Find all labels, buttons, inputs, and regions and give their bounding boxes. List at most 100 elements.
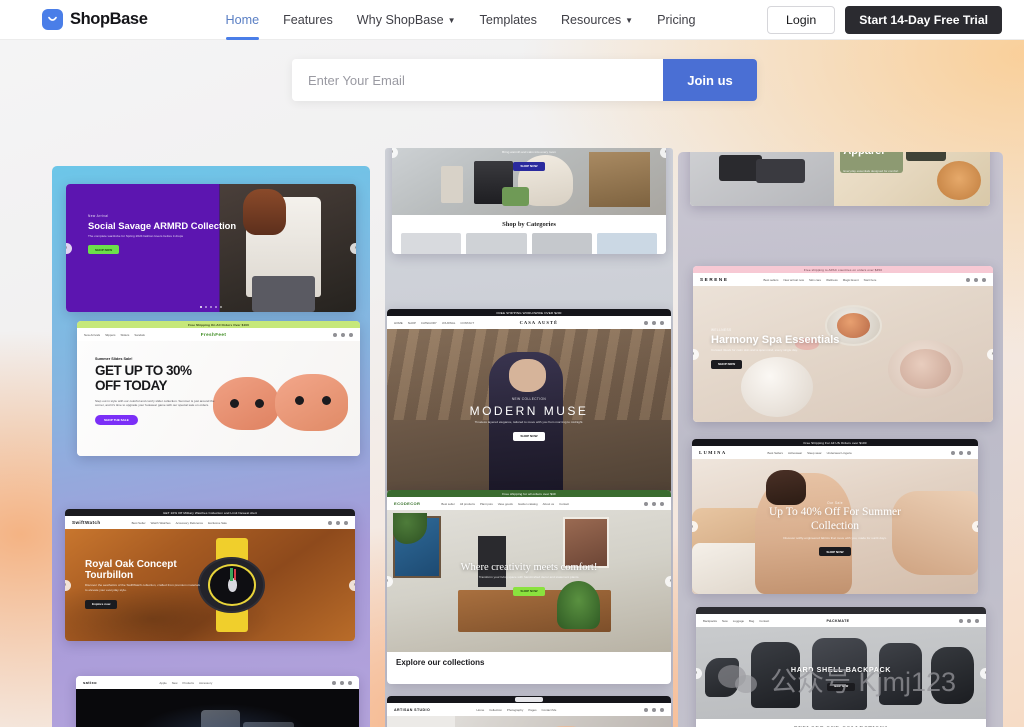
cart-icon[interactable] bbox=[336, 520, 340, 525]
category-thumbnails[interactable] bbox=[401, 233, 657, 254]
tnav-link[interactable]: New arrival now bbox=[783, 278, 804, 282]
account-icon[interactable] bbox=[347, 680, 352, 685]
tnav-link[interactable]: Wellness bbox=[826, 278, 838, 282]
join-us-button[interactable]: Join us bbox=[663, 59, 757, 101]
template-card-satixo[interactable]: satixo Apple New Products Accessory bbox=[76, 676, 359, 727]
carousel-next-button[interactable]: › bbox=[665, 575, 671, 587]
nav-item-pricing[interactable]: Pricing bbox=[657, 0, 696, 40]
template-card-social-savage[interactable]: New Arrival Social Savage ARMRD Collecti… bbox=[66, 184, 356, 312]
carousel-next-button[interactable]: › bbox=[980, 667, 986, 679]
carousel-next-button[interactable]: › bbox=[350, 242, 356, 254]
tnav-link[interactable]: Activewear bbox=[788, 451, 802, 455]
tnav-link[interactable]: Bag bbox=[749, 619, 754, 623]
carousel-next-button[interactable]: › bbox=[660, 148, 666, 158]
tnav-link[interactable]: Backpacks bbox=[703, 619, 717, 623]
template-card-serene[interactable]: Free shipping to APAC countries on order… bbox=[693, 266, 993, 422]
tnav-link[interactable]: Luggage bbox=[733, 619, 744, 623]
card-cta-button[interactable]: SHOP NOW bbox=[513, 586, 545, 596]
cart-icon[interactable] bbox=[339, 680, 344, 685]
tnav-link[interactable]: Skin care bbox=[809, 278, 821, 282]
tnav-link[interactable]: Contact Me bbox=[542, 708, 557, 712]
account-icon[interactable] bbox=[652, 707, 656, 712]
carousel-prev-button[interactable]: ‹ bbox=[693, 348, 699, 360]
cart-icon[interactable] bbox=[660, 320, 664, 325]
tnav-link[interactable]: Photography bbox=[507, 708, 523, 712]
login-button[interactable]: Login bbox=[766, 5, 836, 34]
tnav-link[interactable]: Best seller bbox=[441, 502, 455, 506]
tnav-link[interactable]: Sandals bbox=[134, 333, 144, 337]
tnav-link[interactable]: Sleep wear bbox=[807, 451, 821, 455]
card-cta-button[interactable]: SHOP NOW bbox=[513, 431, 545, 441]
tnav-link[interactable]: Accessory bbox=[199, 681, 212, 685]
carousel-next-button[interactable]: › bbox=[987, 348, 993, 360]
account-icon[interactable] bbox=[975, 618, 979, 623]
search-icon[interactable] bbox=[644, 501, 648, 506]
globe-icon[interactable] bbox=[652, 501, 656, 506]
template-card-fresh-feet[interactable]: Free Shipping On All Orders Over $100 Ne… bbox=[77, 321, 360, 456]
template-card-swift-watch[interactable]: GET 10% Off Military Watches Collection … bbox=[65, 509, 355, 641]
globe-icon[interactable] bbox=[644, 320, 648, 325]
card-cta-button[interactable]: SHOP NOW bbox=[819, 547, 851, 557]
tnav-link[interactable]: Contact bbox=[559, 502, 569, 506]
cart-icon[interactable] bbox=[660, 501, 664, 506]
tnav-link[interactable]: Best Seller bbox=[132, 521, 146, 525]
category-thumb[interactable] bbox=[466, 233, 527, 254]
tnav-link[interactable]: Watch Watches bbox=[151, 521, 171, 525]
tnav-link[interactable]: Magic Event bbox=[843, 278, 859, 282]
nav-item-home[interactable]: Home bbox=[225, 0, 259, 40]
tnav-link[interactable]: About us bbox=[543, 502, 554, 506]
tnav-link[interactable]: Vase goods bbox=[498, 502, 513, 506]
tnav-link[interactable]: Collection bbox=[489, 708, 502, 712]
tnav-link[interactable]: Start here bbox=[864, 278, 877, 282]
start-free-trial-button[interactable]: Start 14-Day Free Trial bbox=[845, 5, 1002, 34]
tnav-link[interactable]: Underwear Lingerie bbox=[827, 451, 852, 455]
tnav-link[interactable]: Exclusive Sale bbox=[208, 521, 227, 525]
carousel-dots[interactable] bbox=[66, 305, 356, 308]
tnav-link[interactable]: Home bbox=[477, 708, 485, 712]
template-card-packmate[interactable]: Backpacks New Luggage Bag Contact PACKMA… bbox=[696, 607, 986, 727]
account-icon[interactable] bbox=[344, 520, 348, 525]
tnav-link[interactable]: Products bbox=[183, 681, 194, 685]
template-card-lumina[interactable]: Free Shipping For All US Orders over $10… bbox=[692, 439, 978, 594]
tnav-link[interactable]: Best Sellers bbox=[768, 451, 783, 455]
account-icon[interactable] bbox=[982, 277, 986, 282]
cart-icon[interactable] bbox=[974, 277, 978, 282]
nav-item-templates[interactable]: Templates bbox=[480, 0, 537, 40]
tnav-link[interactable]: Best sellers bbox=[764, 278, 779, 282]
template-card-casa-auste[interactable]: FREE SHIPPING WORLDWIDE OVER $200 HOME S… bbox=[387, 309, 671, 494]
search-icon[interactable] bbox=[951, 450, 955, 455]
carousel-next-button[interactable]: › bbox=[972, 521, 978, 532]
search-icon[interactable] bbox=[652, 320, 656, 325]
carousel-next-button[interactable]: › bbox=[349, 579, 355, 591]
search-icon[interactable] bbox=[959, 618, 963, 623]
tnav-link[interactable]: CATEGORY bbox=[421, 321, 437, 325]
tnav-link[interactable]: New bbox=[722, 619, 728, 623]
tnav-link[interactable]: Contact bbox=[759, 619, 769, 623]
tnav-link[interactable]: Garden catalog bbox=[518, 502, 538, 506]
brand-logo[interactable]: ShopBase bbox=[42, 9, 148, 30]
cart-icon[interactable] bbox=[341, 332, 345, 337]
carousel-prev-button[interactable]: ‹ bbox=[66, 242, 72, 254]
template-card-artisan-studio[interactable]: ARTISAN STUDIO Home Collection Photograp… bbox=[387, 696, 671, 727]
tnav-link[interactable]: Plant pots bbox=[480, 502, 493, 506]
cart-icon[interactable] bbox=[660, 707, 664, 712]
tnav-link[interactable]: Pages bbox=[528, 708, 536, 712]
email-input[interactable] bbox=[292, 59, 663, 101]
tnav-link[interactable]: CONTACT bbox=[460, 321, 474, 325]
search-icon[interactable] bbox=[328, 520, 332, 525]
search-icon[interactable] bbox=[331, 680, 336, 685]
tnav-link[interactable]: Apple bbox=[159, 681, 166, 685]
tnav-link[interactable]: HOME bbox=[394, 321, 403, 325]
account-icon[interactable] bbox=[967, 450, 971, 455]
category-thumb[interactable] bbox=[596, 233, 657, 254]
tnav-link[interactable]: New Arrivals bbox=[84, 333, 100, 337]
card-cta-button[interactable]: SHOP NOW bbox=[826, 682, 856, 691]
template-card-apparel[interactable]: Apparel Everyday essentials designed for… bbox=[690, 152, 990, 206]
search-icon[interactable] bbox=[966, 277, 970, 282]
tnav-link[interactable]: Slippers bbox=[105, 333, 115, 337]
card-cta-button[interactable]: SHOP NOW bbox=[513, 161, 545, 171]
tnav-link[interactable]: New bbox=[172, 681, 178, 685]
tnav-link[interactable]: All products bbox=[460, 502, 475, 506]
card-cta-button[interactable]: SHOP NOW bbox=[711, 359, 743, 369]
category-thumb[interactable] bbox=[531, 233, 592, 254]
